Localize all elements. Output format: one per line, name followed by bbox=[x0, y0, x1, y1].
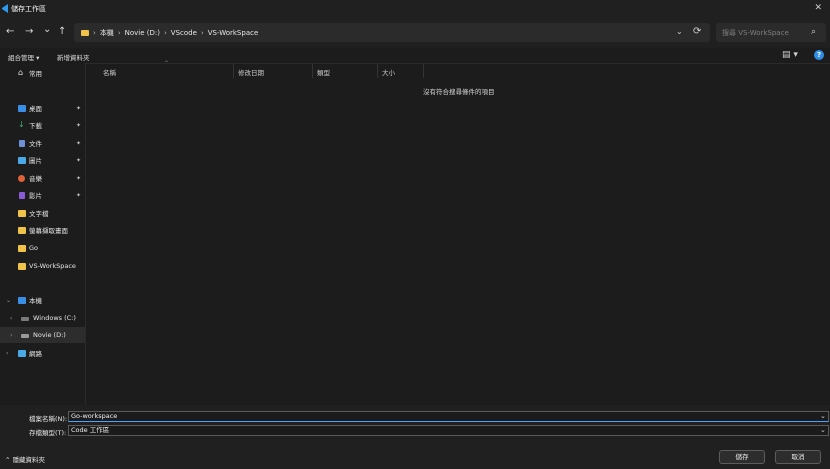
hide-folders-toggle[interactable]: ⌃ 隱藏資料夾 bbox=[5, 454, 45, 464]
breadcrumb-vs-workspace[interactable]: VS-WorkSpace bbox=[208, 29, 259, 37]
chevron-up-icon: ⌃ bbox=[5, 456, 13, 464]
filetype-label: 存檔類型(T): bbox=[29, 429, 67, 437]
breadcrumb-vscode[interactable]: VScode bbox=[171, 29, 197, 37]
column-header-size[interactable]: 大小 bbox=[382, 67, 395, 77]
pictures-icon bbox=[18, 156, 26, 164]
new-folder-button[interactable]: 新增資料夾 bbox=[57, 52, 90, 62]
sidebar-item-videos[interactable]: 影片 ✦ bbox=[0, 187, 85, 203]
back-icon[interactable]: ← bbox=[6, 26, 14, 37]
breadcrumb: › 本機 › Novie (D:) › VScode › VS-WorkSpac… bbox=[81, 28, 258, 38]
organize-button[interactable]: 組合管理 ▾ bbox=[8, 52, 39, 62]
refresh-icon[interactable]: ⟳ bbox=[693, 26, 701, 37]
column-header-name[interactable]: 名稱 bbox=[103, 67, 116, 77]
chevron-down-icon[interactable]: ⌄ bbox=[820, 412, 826, 420]
title-bar bbox=[0, 0, 830, 18]
breadcrumb-this-pc[interactable]: 本機 bbox=[100, 28, 114, 38]
sidebar-item-documents[interactable]: 文件 ✦ bbox=[0, 135, 85, 151]
vscode-icon bbox=[2, 4, 8, 13]
sidebar-item-text-files[interactable]: 文字檔 bbox=[0, 205, 85, 221]
column-divider[interactable] bbox=[233, 63, 234, 78]
sidebar-item-vs-workspace[interactable]: VS-WorkSpace bbox=[0, 258, 85, 274]
desktop-icon bbox=[18, 104, 26, 112]
breadcrumb-drive-d[interactable]: Novie (D:) bbox=[125, 29, 160, 37]
view-options-icon[interactable]: ▤ ▾ bbox=[782, 50, 798, 60]
pin-icon[interactable]: ✦ bbox=[76, 157, 81, 164]
window-title: 儲存工作區 bbox=[11, 5, 46, 13]
sidebar-item-go[interactable]: Go bbox=[0, 240, 85, 256]
folder-icon bbox=[18, 209, 26, 217]
search-icon[interactable]: ⌕ bbox=[811, 27, 816, 37]
sidebar-item-network[interactable]: › 網路 bbox=[0, 345, 85, 361]
network-icon bbox=[18, 349, 26, 357]
column-divider[interactable] bbox=[423, 63, 424, 78]
chevron-down-icon[interactable]: ⌄ bbox=[6, 297, 11, 304]
pin-icon[interactable]: ✦ bbox=[76, 192, 81, 199]
music-icon bbox=[18, 174, 25, 182]
sidebar-item-downloads[interactable]: ↓ 下載 ✦ bbox=[0, 117, 85, 133]
column-divider[interactable] bbox=[312, 63, 313, 78]
save-button[interactable]: 儲存 bbox=[719, 450, 765, 464]
command-bar bbox=[0, 48, 830, 64]
chevron-down-icon[interactable]: ⌄ bbox=[820, 426, 826, 434]
column-header-date-modified[interactable]: 修改日期 bbox=[238, 67, 264, 77]
chevron-right-icon[interactable]: › bbox=[6, 350, 8, 357]
document-icon bbox=[19, 139, 25, 147]
up-icon[interactable]: ↑ bbox=[58, 26, 66, 37]
drive-icon bbox=[21, 317, 29, 321]
help-icon[interactable]: ? bbox=[814, 50, 824, 60]
navigation-pane: ⌂ 常用 桌面 ✦ ↓ 下載 ✦ 文件 ✦ 圖片 ✦ 音樂 ✦ 影片 ✦ 文字檔… bbox=[0, 63, 86, 405]
filename-field[interactable]: Go-workspace bbox=[68, 411, 829, 422]
chevron-down-icon[interactable]: ⌄ bbox=[676, 27, 683, 36]
sort-ascending-icon: ⌃ bbox=[164, 60, 170, 67]
download-icon: ↓ bbox=[18, 120, 25, 129]
drive-icon bbox=[21, 334, 29, 338]
folder-icon bbox=[18, 262, 26, 270]
sidebar-item-drive-d[interactable]: › Novie (D:) bbox=[0, 327, 85, 343]
sidebar-item-drive-c[interactable]: › Windows (C:) bbox=[0, 310, 85, 326]
sidebar-item-home[interactable]: ⌂ 常用 bbox=[0, 65, 85, 81]
pin-icon[interactable]: ✦ bbox=[76, 175, 81, 182]
pin-icon[interactable]: ✦ bbox=[76, 140, 81, 147]
recent-locations-icon[interactable]: ⌄ bbox=[43, 24, 51, 35]
forward-icon[interactable]: → bbox=[25, 26, 33, 37]
computer-icon bbox=[18, 296, 26, 304]
home-icon: ⌂ bbox=[18, 68, 24, 77]
sidebar-item-pictures[interactable]: 圖片 ✦ bbox=[0, 152, 85, 168]
filename-label: 檔案名稱(N): bbox=[29, 415, 68, 423]
sidebar-item-desktop[interactable]: 桌面 ✦ bbox=[0, 100, 85, 116]
chevron-right-icon[interactable]: › bbox=[10, 315, 12, 322]
sidebar-item-screenshots[interactable]: 螢幕擷取畫面 bbox=[0, 222, 85, 238]
empty-state-message: 沒有符合搜尋條件的項目 bbox=[423, 88, 495, 96]
folder-icon bbox=[81, 30, 89, 36]
filetype-select[interactable]: Code 工作區 bbox=[68, 425, 829, 436]
chevron-right-icon[interactable]: › bbox=[10, 332, 12, 339]
cancel-button[interactable]: 取消 bbox=[775, 450, 821, 464]
pin-icon[interactable]: ✦ bbox=[76, 105, 81, 112]
folder-icon bbox=[18, 226, 26, 234]
sidebar-item-this-pc[interactable]: ⌄ 本機 bbox=[0, 292, 85, 308]
search-input[interactable] bbox=[716, 23, 826, 42]
close-icon[interactable]: ✕ bbox=[814, 3, 822, 13]
sidebar-item-music[interactable]: 音樂 ✦ bbox=[0, 170, 85, 186]
video-icon bbox=[19, 191, 25, 199]
pin-icon[interactable]: ✦ bbox=[76, 122, 81, 129]
column-header-type[interactable]: 類型 bbox=[317, 67, 330, 77]
folder-icon bbox=[18, 244, 26, 252]
column-divider[interactable] bbox=[377, 63, 378, 78]
